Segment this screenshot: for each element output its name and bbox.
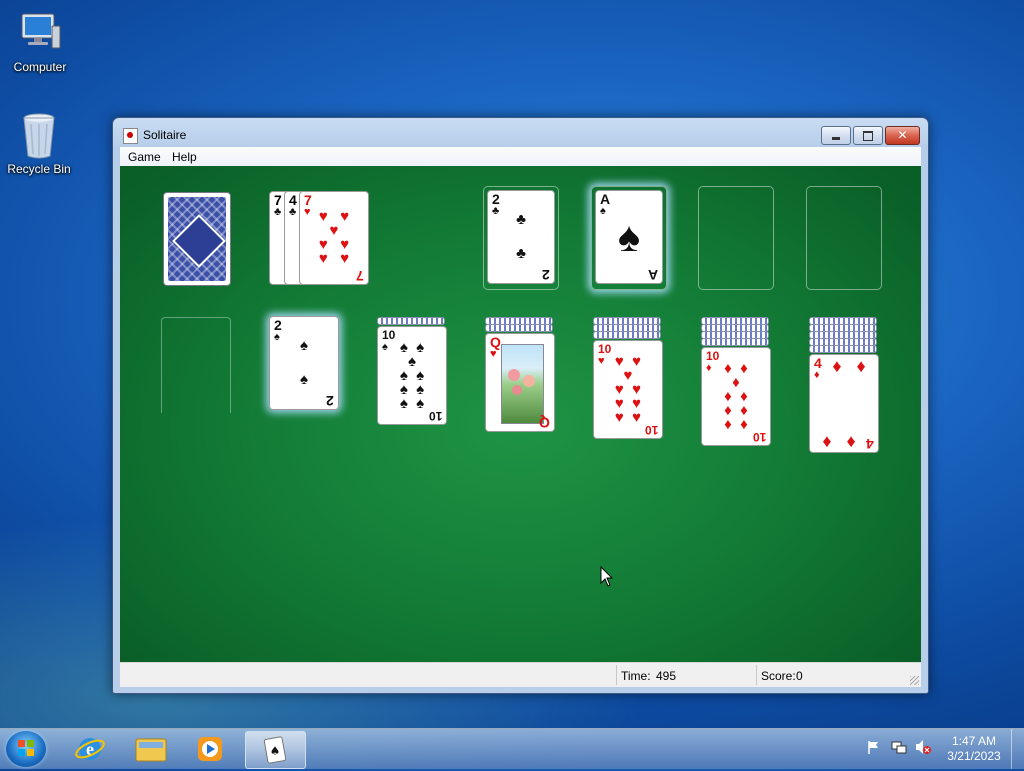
desktop-icon-label: Computer [13,60,67,74]
clock-date: 3/21/2023 [947,749,1001,763]
card-rank-bottom: 10 [644,423,658,437]
mouse-cursor-icon [600,565,614,591]
tableau-card[interactable]: 4 ♦ ♦ ♦ ♦ ♦ 4 [809,354,879,453]
taskbar-solitaire-button[interactable]: ♠ [245,731,306,769]
card-rank-bottom: Q [539,415,550,431]
network-icon[interactable] [891,739,907,755]
clock-time: 1:47 AM [951,734,997,748]
card-rank-bottom: 7 [356,268,364,284]
face-down-card [701,338,769,346]
taskbar: e ♠ 1:47 AM 3/21/2023 [0,728,1024,769]
score-value: 0 [796,669,803,683]
windows-logo-icon [18,740,34,756]
spade-pips-row: ♠ ♠ [399,394,425,412]
card-pips: ♥ ♥ ♥ ♥ ♥ ♥ ♥ ♥ ♥ [594,347,662,432]
card-back-pattern [168,197,226,281]
spade-large-icon: ♠ [617,213,641,260]
tableau-card[interactable]: 2 ♠ ♠ ♠ 2 [269,316,339,410]
card-pips: ♥ ♥ ♥ ♥ ♥ ♥ ♥ [300,198,368,278]
solitaire-icon: ♠ [263,736,287,764]
solitaire-app-icon [123,128,138,144]
close-icon: ✕ [897,128,908,142]
internet-explorer-icon[interactable]: e [66,732,114,766]
heart-pips-row: ♥ ♥ [318,250,350,267]
card-suit: ♥ [490,348,497,360]
tableau-empty-slot[interactable] [161,317,231,413]
minimize-button[interactable] [821,126,851,145]
menu-help[interactable]: Help [172,150,197,164]
card-rank-bottom: A [647,267,658,283]
face-down-card [809,345,877,353]
face-down-card [485,324,553,332]
diamond-pips-row: ♦ ♦ [724,415,748,433]
game-table[interactable]: 7 ♣ 4 ♣ 7 ♥ ♥ ♥ ♥ ♥ ♥ ♥ ♥ 7 2 ♣ ♣ ♣ 2 A … [120,166,921,662]
card-rank-bottom: 2 [326,393,334,409]
card-pips: ♦ ♦ ♦ ♦ ♦ ♦ ♦ ♦ ♦ [702,354,770,439]
maximize-icon [863,131,873,141]
foundation-slot-1[interactable]: 2 ♣ ♣ ♣ 2 [483,186,559,290]
card-rank-bottom: 10 [428,409,442,423]
windows-explorer-icon[interactable] [127,732,175,766]
action-center-flag-icon[interactable] [866,739,882,755]
solitaire-window: Solitaire ✕ Game Help 7 ♣ 4 ♣ 7 ♥ ♥ ♥ ♥ … [112,117,929,694]
foundation-card[interactable]: 2 ♣ ♣ ♣ 2 [487,190,555,284]
tableau-card[interactable]: 10 ♥ ♥ ♥ ♥ ♥ ♥ ♥ ♥ ♥ ♥ 10 [593,340,663,439]
club-pip: ♣ [516,211,526,228]
card-pips: ♣ ♣ [488,211,554,262]
diamond-pips-row: ♦ ♦ [822,431,866,451]
desktop-icon-recycle-bin[interactable]: Recycle Bin [1,110,77,176]
status-bar: Time: 495 Score: 0 [120,662,921,687]
foundation-card[interactable]: A ♠ ♠ A [595,190,663,284]
tableau-card[interactable]: 10 ♠ ♠ ♠ ♠ ♠ ♠ ♠ ♠ ♠ ♠ 10 [377,326,447,425]
foundation-slot-2[interactable]: A ♠ ♠ A [591,186,667,290]
recycle-bin-icon [15,110,63,159]
spade-pip: ♠ [300,337,308,354]
status-divider [616,665,617,685]
score-label: Score: [761,669,796,683]
menu-bar: Game Help [120,147,921,166]
desktop-icon-computer[interactable]: Computer [2,8,78,74]
tableau-card[interactable]: 10 ♦ ♦ ♦ ♦ ♦ ♦ ♦ ♦ ♦ ♦ 10 [701,347,771,446]
face-down-card [377,317,445,325]
queen-of-hearts-artwork [501,344,544,424]
tableau-card[interactable]: Q ♥ Q [485,333,555,432]
minimize-icon [832,137,840,140]
media-player-icon[interactable] [186,732,234,766]
diamond-pips-row: ♦ ♦ [822,356,866,376]
spade-pip: ♠ [300,371,308,388]
status-divider [756,665,757,685]
close-button[interactable]: ✕ [885,126,920,145]
heart-pips-row: ♥ ♥ [614,408,642,426]
club-pip: ♣ [516,245,526,262]
svg-text:♠: ♠ [270,744,281,758]
time-value: 495 [656,669,677,683]
card-pips: ♠ ♠ [270,337,338,388]
menu-game[interactable]: Game [128,150,161,164]
face-down-card [593,331,661,339]
start-button[interactable] [6,731,46,767]
volume-muted-icon[interactable] [915,739,931,755]
card-suit: ♣ [274,206,282,218]
desktop-icon-label: Recycle Bin [7,162,71,176]
card-rank-bottom: 2 [542,267,550,283]
card-back-ornament [172,214,226,268]
show-desktop-button[interactable] [1011,729,1024,769]
title-bar[interactable]: Solitaire ✕ [113,118,928,148]
foundation-slot-3[interactable] [698,186,774,290]
resize-grip-icon[interactable] [910,676,919,685]
window-title: Solitaire [143,128,187,142]
foundation-slot-4[interactable] [806,186,882,290]
computer-icon [16,8,64,56]
card-suit: ♣ [289,206,297,218]
card-pips: ♦ ♦ ♦ ♦ [810,356,878,451]
card-rank-bottom: 4 [866,436,874,452]
card-pips: ♠ ♠ ♠ ♠ ♠ ♠ ♠ ♠ ♠ [378,333,446,418]
time-label: Time: [621,669,651,683]
stock-pile[interactable] [163,192,231,286]
card-rank-bottom: 10 [752,430,766,444]
system-clock[interactable]: 1:47 AM 3/21/2023 [938,734,1010,764]
maximize-button[interactable] [853,126,883,145]
waste-top-card[interactable]: 7 ♥ ♥ ♥ ♥ ♥ ♥ ♥ ♥ 7 [299,191,369,285]
